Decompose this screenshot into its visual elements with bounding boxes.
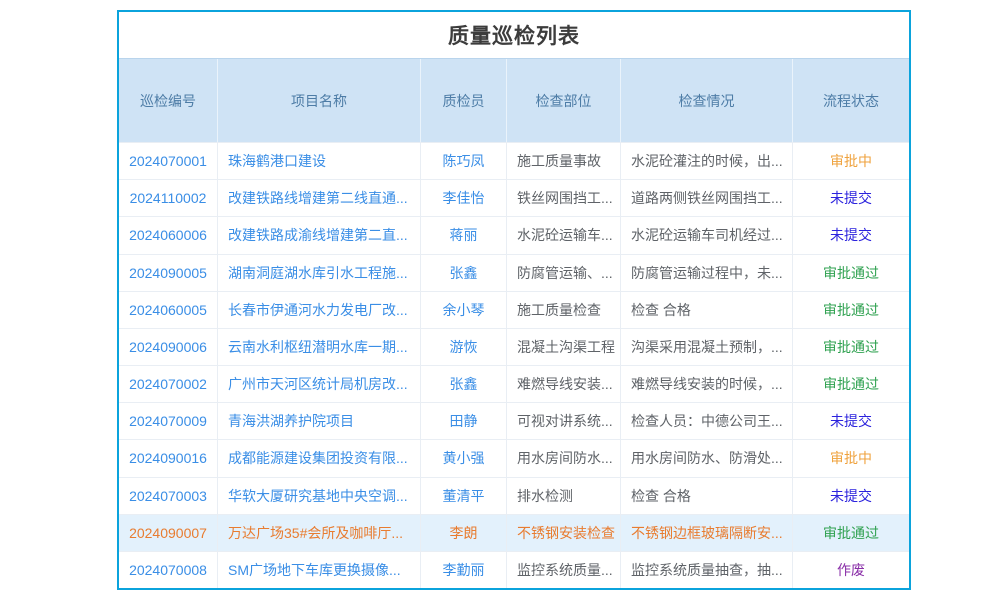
inspection-id-link[interactable]: 2024090005 — [119, 255, 218, 291]
status-badge: 未提交 — [793, 180, 909, 216]
project-name-link[interactable]: 改建铁路线增建第二线直通... — [218, 180, 421, 216]
table-row[interactable]: 2024060006 改建铁路成渝线增建第二直... 蒋丽 水泥砼运输车... … — [119, 216, 909, 253]
inspector-name: 李佳怡 — [421, 180, 507, 216]
inspection-part: 难燃导线安装... — [507, 366, 621, 402]
table-row[interactable]: 2024070003 华软大厦研究基地中央空调... 董清平 排水检测 检查 合… — [119, 477, 909, 514]
inspection-id-link[interactable]: 2024070009 — [119, 403, 218, 439]
status-badge: 未提交 — [793, 217, 909, 253]
column-header-inspection-id: 巡检编号 — [119, 59, 218, 142]
project-name-link[interactable]: 长春市伊通河水力发电厂改... — [218, 292, 421, 328]
inspection-part: 混凝土沟渠工程 — [507, 329, 621, 365]
status-badge: 审批通过 — [793, 515, 909, 551]
project-name-link[interactable]: 万达广场35#会所及咖啡厅... — [218, 515, 421, 551]
inspector-name: 黄小强 — [421, 440, 507, 476]
inspection-part: 施工质量事故 — [507, 143, 621, 179]
inspection-part: 可视对讲系统... — [507, 403, 621, 439]
column-header-project-name: 项目名称 — [218, 59, 421, 142]
inspection-id-link[interactable]: 2024060005 — [119, 292, 218, 328]
inspector-name: 李勤丽 — [421, 552, 507, 588]
inspection-id-link[interactable]: 2024060006 — [119, 217, 218, 253]
inspector-name: 董清平 — [421, 478, 507, 514]
quality-inspection-panel: 质量巡检列表 巡检编号 项目名称 质检员 检查部位 检查情况 流程状态 2024… — [117, 10, 911, 590]
status-badge: 作废 — [793, 552, 909, 588]
table-row[interactable]: 2024090007 万达广场35#会所及咖啡厅... 李朗 不锈钢安装检查 不… — [119, 514, 909, 551]
inspection-id-link[interactable]: 2024070003 — [119, 478, 218, 514]
status-badge: 审批通过 — [793, 329, 909, 365]
project-name-link[interactable]: SM广场地下车库更换摄像... — [218, 552, 421, 588]
inspection-id-link[interactable]: 2024090007 — [119, 515, 218, 551]
status-badge: 未提交 — [793, 478, 909, 514]
column-header-process-status: 流程状态 — [793, 59, 909, 142]
status-badge: 审批通过 — [793, 255, 909, 291]
project-name-link[interactable]: 湖南洞庭湖水库引水工程施... — [218, 255, 421, 291]
inspection-detail: 检查 合格 — [621, 478, 793, 514]
status-badge: 未提交 — [793, 403, 909, 439]
table-row[interactable]: 2024090005 湖南洞庭湖水库引水工程施... 张鑫 防腐管运输、... … — [119, 254, 909, 291]
inspection-detail: 监控系统质量抽查，抽... — [621, 552, 793, 588]
status-badge: 审批中 — [793, 440, 909, 476]
inspection-detail: 不锈钢边框玻璃隔断安... — [621, 515, 793, 551]
inspection-detail: 用水房间防水、防滑处... — [621, 440, 793, 476]
project-name-link[interactable]: 广州市天河区统计局机房改... — [218, 366, 421, 402]
inspection-detail: 道路两侧铁丝网围挡工... — [621, 180, 793, 216]
inspection-detail: 防腐管运输过程中，未... — [621, 255, 793, 291]
inspector-name: 李朗 — [421, 515, 507, 551]
status-badge: 审批中 — [793, 143, 909, 179]
project-name-link[interactable]: 青海洪湖养护院项目 — [218, 403, 421, 439]
table-row[interactable]: 2024060005 长春市伊通河水力发电厂改... 余小琴 施工质量检查 检查… — [119, 291, 909, 328]
inspector-name: 张鑫 — [421, 366, 507, 402]
inspection-part: 监控系统质量... — [507, 552, 621, 588]
inspection-detail: 水泥砼运输车司机经过... — [621, 217, 793, 253]
project-name-link[interactable]: 改建铁路成渝线增建第二直... — [218, 217, 421, 253]
status-badge: 审批通过 — [793, 292, 909, 328]
inspection-id-link[interactable]: 2024090016 — [119, 440, 218, 476]
page-title: 质量巡检列表 — [119, 12, 909, 58]
table-row[interactable]: 2024110002 改建铁路线增建第二线直通... 李佳怡 铁丝网围挡工...… — [119, 179, 909, 216]
table-header: 巡检编号 项目名称 质检员 检查部位 检查情况 流程状态 — [119, 58, 909, 142]
project-name-link[interactable]: 云南水利枢纽潜明水库一期... — [218, 329, 421, 365]
inspection-part: 排水检测 — [507, 478, 621, 514]
inspection-detail: 检查 合格 — [621, 292, 793, 328]
inspection-id-link[interactable]: 2024110002 — [119, 180, 218, 216]
inspector-name: 张鑫 — [421, 255, 507, 291]
table-row[interactable]: 2024070001 珠海鹤港口建设 陈巧凤 施工质量事故 水泥砼灌注的时候，出… — [119, 142, 909, 179]
inspection-id-link[interactable]: 2024090006 — [119, 329, 218, 365]
table-row[interactable]: 2024070008 SM广场地下车库更换摄像... 李勤丽 监控系统质量...… — [119, 551, 909, 588]
inspection-detail: 检查人员：中德公司王... — [621, 403, 793, 439]
project-name-link[interactable]: 珠海鹤港口建设 — [218, 143, 421, 179]
inspection-part: 水泥砼运输车... — [507, 217, 621, 253]
inspection-id-link[interactable]: 2024070001 — [119, 143, 218, 179]
inspection-part: 不锈钢安装检查 — [507, 515, 621, 551]
inspection-detail: 沟渠采用混凝土预制，... — [621, 329, 793, 365]
column-header-inspector: 质检员 — [421, 59, 507, 142]
inspector-name: 陈巧凤 — [421, 143, 507, 179]
table-row[interactable]: 2024070009 青海洪湖养护院项目 田静 可视对讲系统... 检查人员：中… — [119, 402, 909, 439]
table-row[interactable]: 2024070002 广州市天河区统计局机房改... 张鑫 难燃导线安装... … — [119, 365, 909, 402]
column-header-inspection-part: 检查部位 — [507, 59, 621, 142]
table-row[interactable]: 2024090006 云南水利枢纽潜明水库一期... 游恢 混凝土沟渠工程 沟渠… — [119, 328, 909, 365]
inspector-name: 游恢 — [421, 329, 507, 365]
inspection-part: 施工质量检查 — [507, 292, 621, 328]
inspection-part: 防腐管运输、... — [507, 255, 621, 291]
inspection-part: 用水房间防水... — [507, 440, 621, 476]
project-name-link[interactable]: 成都能源建设集团投资有限... — [218, 440, 421, 476]
project-name-link[interactable]: 华软大厦研究基地中央空调... — [218, 478, 421, 514]
inspection-detail: 水泥砼灌注的时候，出... — [621, 143, 793, 179]
inspector-name: 余小琴 — [421, 292, 507, 328]
table-body: 2024070001 珠海鹤港口建设 陈巧凤 施工质量事故 水泥砼灌注的时候，出… — [119, 142, 909, 588]
inspection-id-link[interactable]: 2024070008 — [119, 552, 218, 588]
inspector-name: 蒋丽 — [421, 217, 507, 253]
inspection-id-link[interactable]: 2024070002 — [119, 366, 218, 402]
inspection-part: 铁丝网围挡工... — [507, 180, 621, 216]
status-badge: 审批通过 — [793, 366, 909, 402]
column-header-inspection-detail: 检查情况 — [621, 59, 793, 142]
inspector-name: 田静 — [421, 403, 507, 439]
table-row[interactable]: 2024090016 成都能源建设集团投资有限... 黄小强 用水房间防水...… — [119, 439, 909, 476]
inspection-detail: 难燃导线安装的时候，... — [621, 366, 793, 402]
